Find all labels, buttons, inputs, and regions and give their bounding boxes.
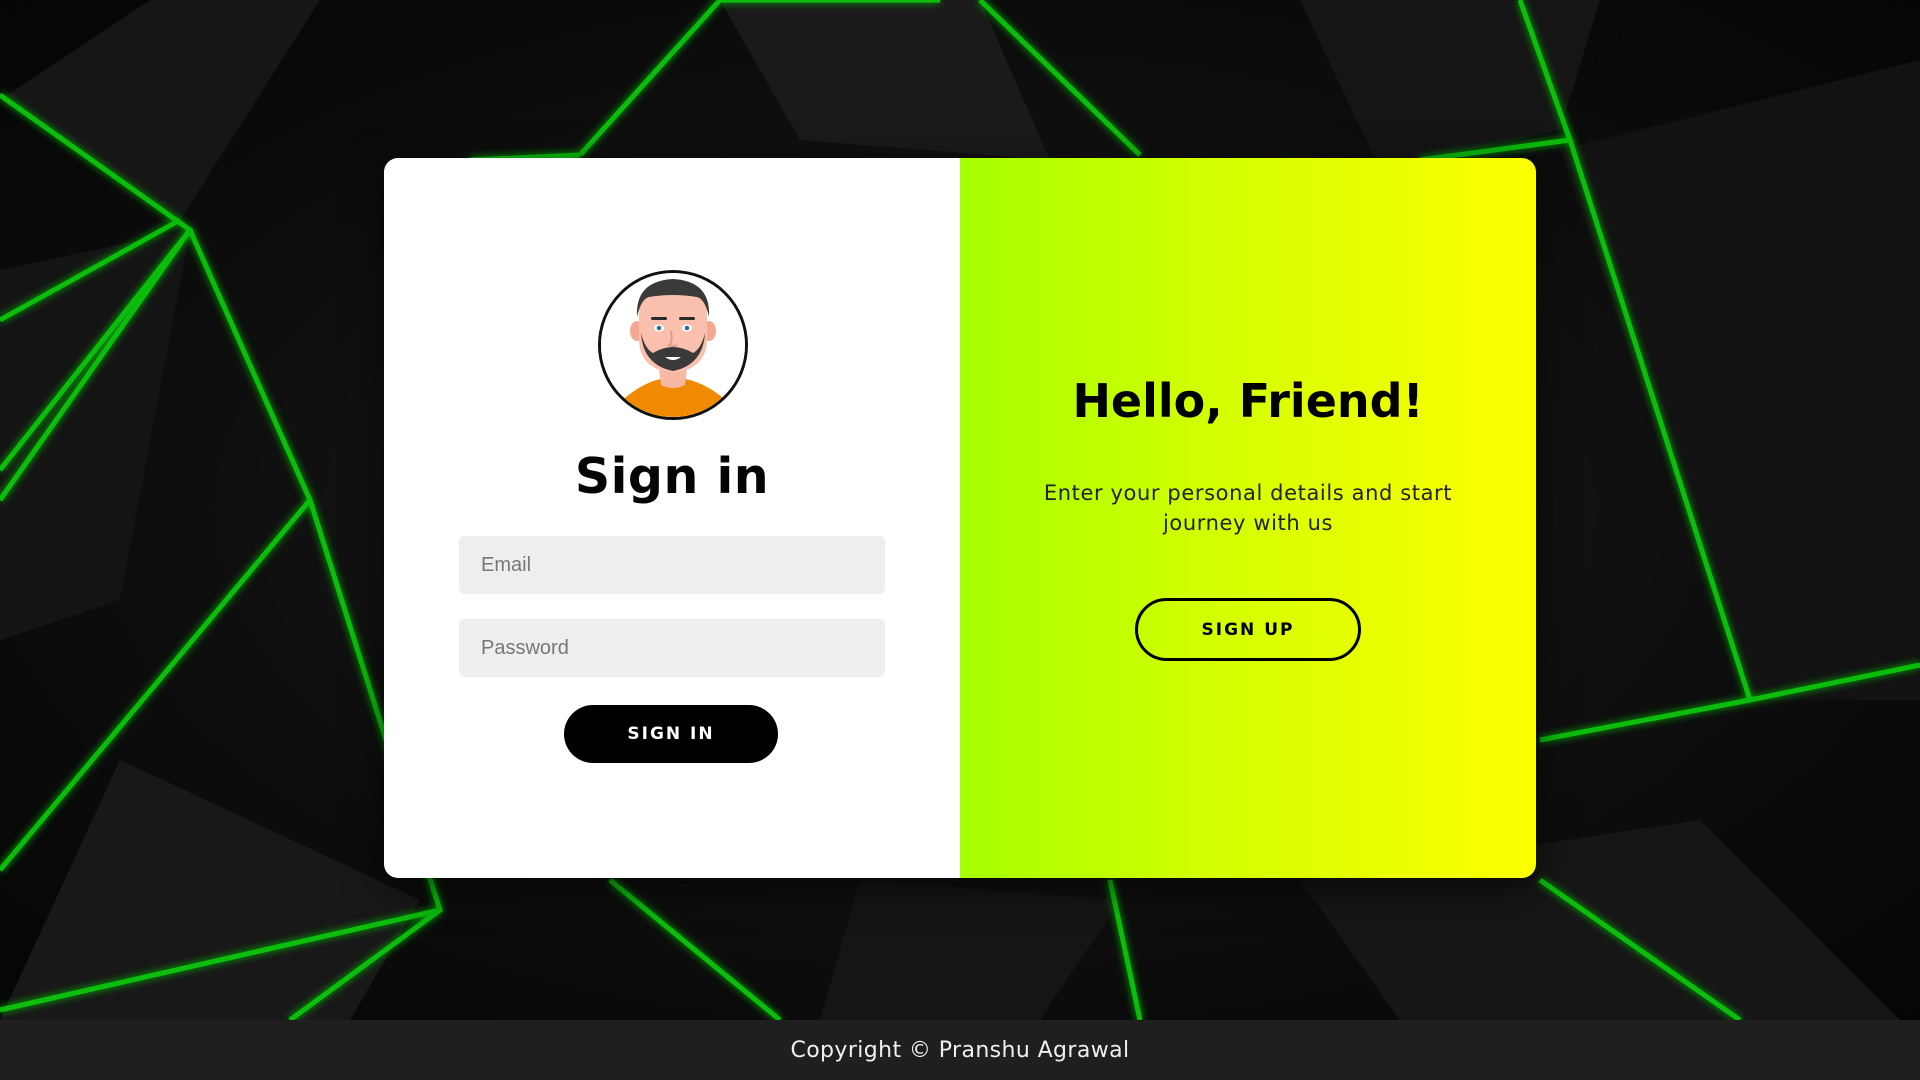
signin-panel: Sign in SIGN IN	[384, 158, 960, 878]
email-input[interactable]	[459, 536, 885, 594]
copyright-text: Copyright © Pranshu Agrawal	[790, 1037, 1130, 1063]
signin-button[interactable]: SIGN IN	[564, 705, 778, 763]
auth-card: Sign in SIGN IN Hello, Friend! Enter you…	[384, 158, 1536, 878]
password-input[interactable]	[459, 619, 885, 677]
welcome-heading: Hello, Friend!	[1072, 374, 1424, 428]
welcome-panel: Hello, Friend! Enter your personal detai…	[960, 158, 1536, 878]
signup-button[interactable]: SIGN UP	[1135, 598, 1361, 661]
user-avatar-icon	[598, 270, 748, 420]
footer: Copyright © Pranshu Agrawal	[0, 1020, 1920, 1080]
signin-title: Sign in	[574, 448, 770, 505]
welcome-text: Enter your personal details and start jo…	[1043, 481, 1453, 535]
